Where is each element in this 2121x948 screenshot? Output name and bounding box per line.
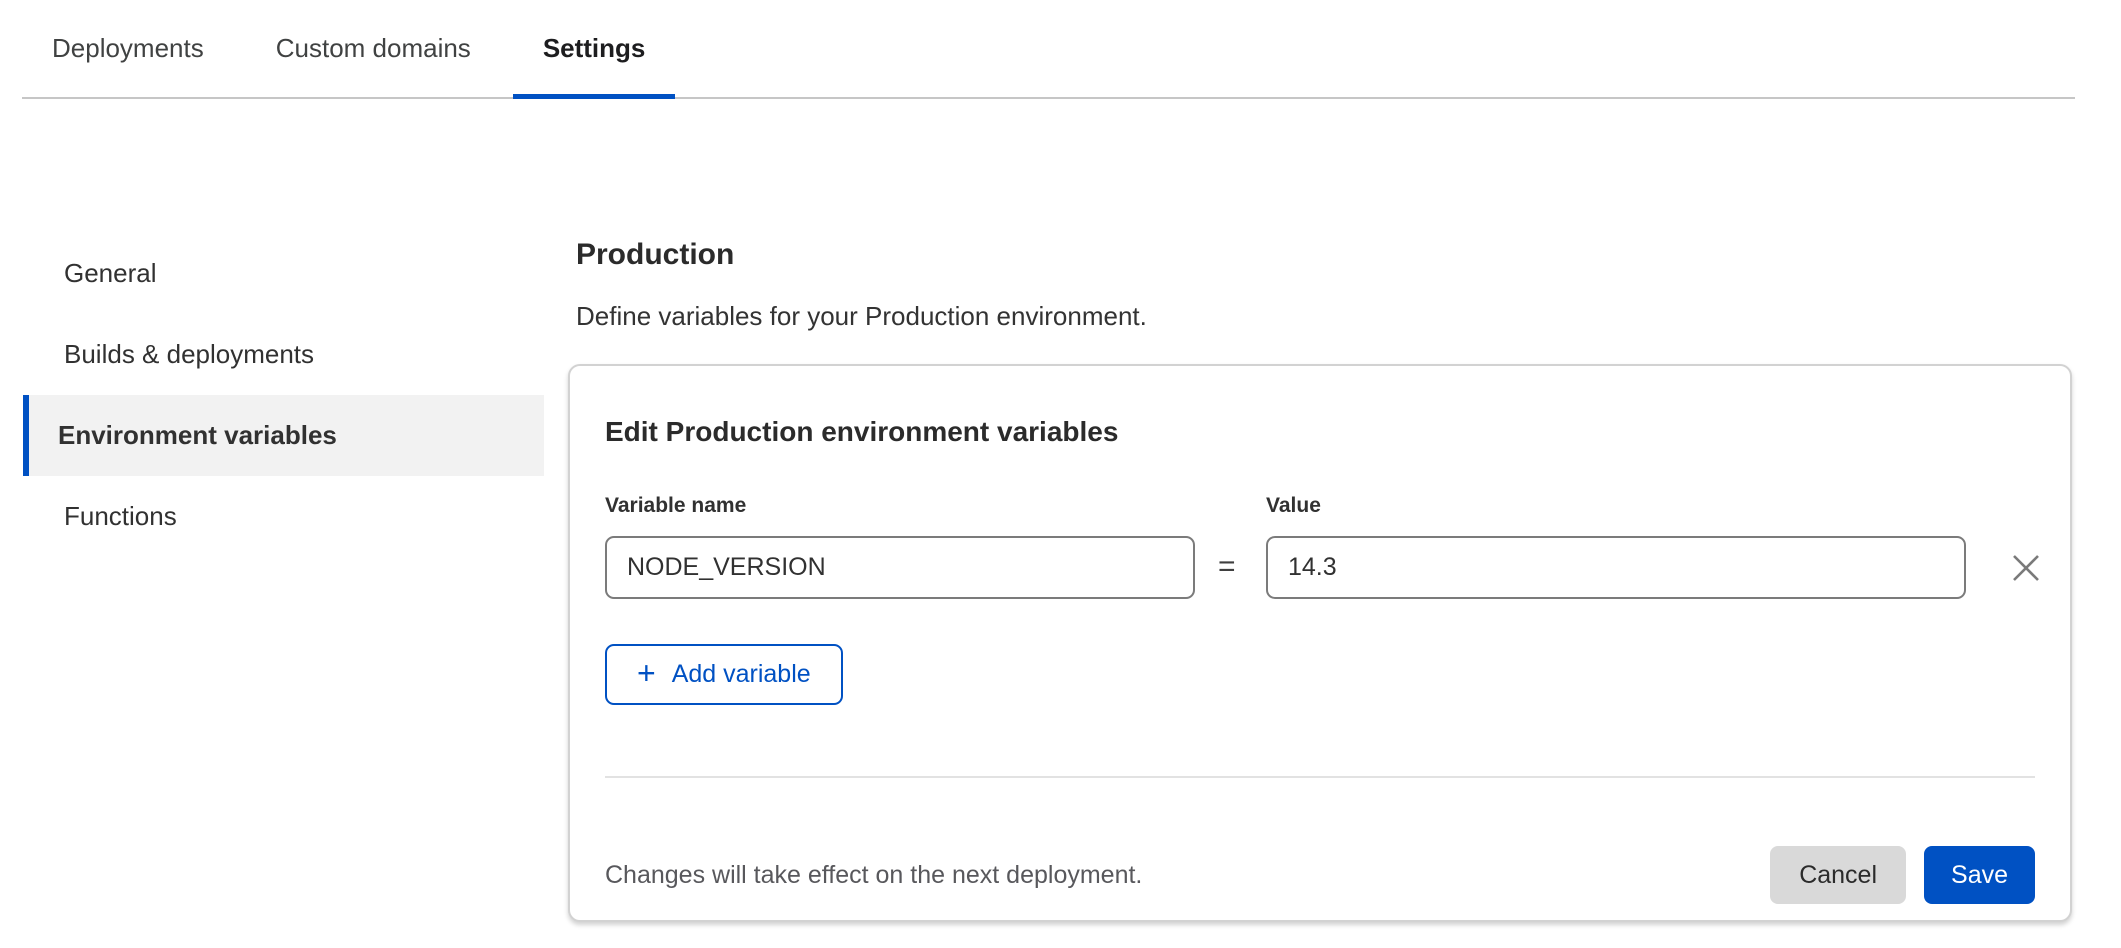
sidebar-item-general[interactable]: General <box>23 233 544 314</box>
sidebar-item-label: Functions <box>64 501 177 532</box>
section-heading: Production <box>576 238 734 272</box>
x-icon <box>2009 551 2043 585</box>
variable-value-input[interactable] <box>1266 536 1966 599</box>
add-variable-label: Add variable <box>672 660 811 689</box>
section-description: Define variables for your Production env… <box>576 301 1147 332</box>
sidebar-item-environment-variables[interactable]: Environment variables <box>23 395 544 476</box>
cancel-button[interactable]: Cancel <box>1770 846 1906 904</box>
variable-name-input[interactable] <box>605 536 1195 599</box>
deployment-note: Changes will take effect on the next dep… <box>605 861 1770 890</box>
sidebar-item-builds-deployments[interactable]: Builds & deployments <box>23 314 544 395</box>
tab-deployments[interactable]: Deployments <box>22 0 234 97</box>
tab-label: Custom domains <box>276 33 471 64</box>
environment-variables-card: Edit Production environment variables Va… <box>568 364 2072 922</box>
remove-variable-button[interactable] <box>2006 548 2046 588</box>
sidebar-item-label: General <box>64 258 157 289</box>
sidebar-item-label: Builds & deployments <box>64 339 314 370</box>
card-divider <box>605 776 2035 778</box>
equals-sign: = <box>1218 550 1236 584</box>
card-title: Edit Production environment variables <box>605 416 1118 448</box>
sidebar-item-label: Environment variables <box>58 420 337 451</box>
variable-name-label: Variable name <box>605 494 746 518</box>
tab-custom-domains[interactable]: Custom domains <box>246 0 501 97</box>
plus-icon: + <box>637 657 656 689</box>
tab-settings[interactable]: Settings <box>513 0 676 97</box>
project-tabbar: Deployments Custom domains Settings <box>22 0 2075 99</box>
tab-label: Settings <box>543 33 646 64</box>
settings-sidebar: General Builds & deployments Environment… <box>23 233 544 557</box>
value-label: Value <box>1266 494 1321 518</box>
add-variable-button[interactable]: + Add variable <box>605 644 843 705</box>
save-button[interactable]: Save <box>1924 846 2035 904</box>
card-footer: Changes will take effect on the next dep… <box>605 846 2035 904</box>
sidebar-item-functions[interactable]: Functions <box>23 476 544 557</box>
tab-label: Deployments <box>52 33 204 64</box>
